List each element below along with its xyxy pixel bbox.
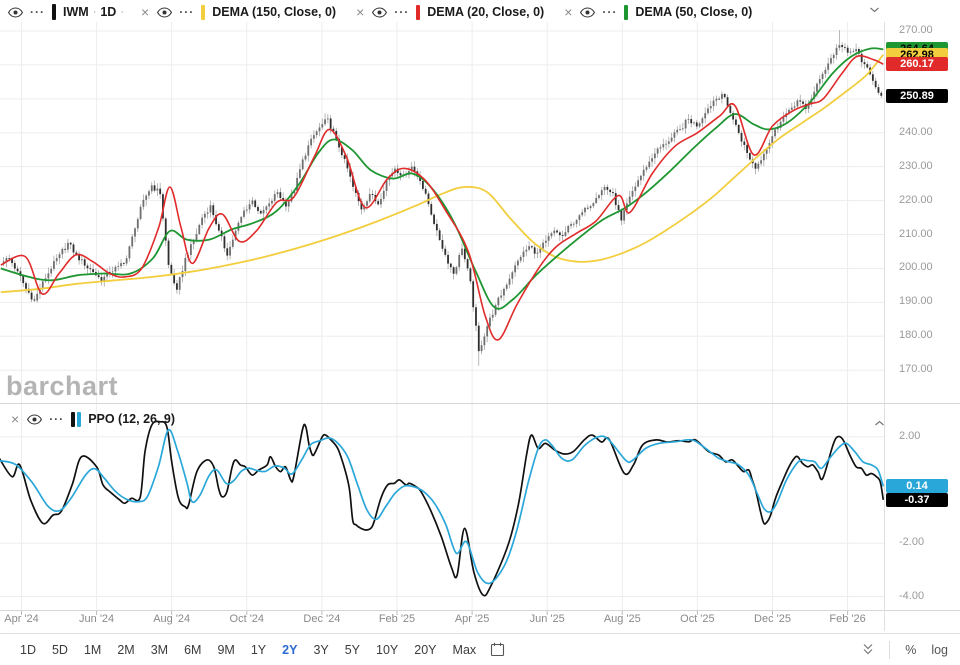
price-axis-label: 170.00: [899, 363, 933, 376]
chart-root: ··· IWM · 1D · × ··· DEMA (150, Close, 0) ×…: [0, 0, 960, 665]
x-axis-label: Apr '25: [454, 613, 490, 625]
separator-dot: ·: [92, 6, 97, 18]
indicator-label[interactable]: DEMA (20, Close, 0): [427, 5, 544, 19]
toolbar: 1D 5D 1M 2M 3M 6M 9M 1Y 2Y 3Y 5Y 10Y 20Y Max % log: [0, 633, 960, 665]
ppo-axis-label: 2.00: [899, 429, 921, 442]
range-button-max[interactable]: Max: [445, 639, 485, 661]
eye-icon[interactable]: [372, 6, 388, 18]
watermark: barchart: [6, 371, 119, 401]
eye-icon[interactable]: [157, 6, 173, 18]
range-button-3m[interactable]: 3M: [143, 639, 176, 661]
price-badge: 260.17: [886, 57, 948, 72]
price-axis-label: 220.00: [899, 193, 933, 206]
price-axis-label: 180.00: [899, 329, 933, 342]
line-ppo: [0, 420, 884, 597]
symbol-label[interactable]: IWM: [63, 5, 89, 19]
indicator-legend-2: × ··· DEMA (50, Close, 0): [563, 4, 752, 20]
line-dema-150-close-0-: [0, 54, 884, 294]
range-button-2y[interactable]: 2Y: [274, 639, 305, 661]
x-axis-label: Oct '24: [229, 613, 265, 625]
price-axis-label: 230.00: [899, 159, 933, 172]
range-button-10y[interactable]: 10Y: [368, 639, 406, 661]
eye-icon[interactable]: [27, 413, 43, 425]
close-icon[interactable]: ×: [563, 5, 573, 19]
separator-dot: ·: [120, 6, 125, 18]
more-options-icon[interactable]: ···: [394, 5, 409, 19]
range-button-9m[interactable]: 9M: [209, 639, 242, 661]
more-options-icon[interactable]: ···: [30, 5, 45, 19]
x-axis-label: Aug '25: [603, 613, 641, 625]
price-badge: 250.89: [886, 88, 948, 103]
more-options-icon[interactable]: ···: [179, 5, 194, 19]
collapse-toolbar-icon[interactable]: [862, 643, 874, 656]
x-axis-label: Jun '25: [529, 613, 565, 625]
ppo-signal-chip: [77, 411, 82, 427]
range-button-1m[interactable]: 1M: [76, 639, 109, 661]
gridlines: [0, 22, 884, 615]
indicator-color-chip: [201, 4, 206, 20]
range-button-1d[interactable]: 1D: [12, 639, 44, 661]
indicator-color-chip: [416, 4, 421, 20]
x-axis-label: Feb '26: [829, 613, 866, 625]
chevron-down-icon[interactable]: [869, 1, 880, 19]
close-icon[interactable]: ×: [10, 412, 20, 426]
range-button-20y[interactable]: 20Y: [406, 639, 444, 661]
range-button-6m[interactable]: 6M: [176, 639, 209, 661]
ppo-lines: [0, 420, 884, 597]
indicator-label[interactable]: DEMA (50, Close, 0): [635, 5, 752, 19]
indicator-label[interactable]: DEMA (150, Close, 0): [212, 5, 336, 19]
price-legend: ··· IWM · 1D · × ··· DEMA (150, Close, 0) ×…: [8, 3, 752, 21]
x-axis-label: Apr '24: [4, 613, 39, 625]
ppo-line-chip: [71, 411, 76, 427]
ppo-legend: × ··· PPO (12, 26, 9): [10, 410, 175, 428]
x-axis-label: Aug '24: [153, 613, 191, 625]
close-icon[interactable]: ×: [140, 5, 150, 19]
price-axis-label: 200.00: [899, 261, 933, 274]
indicator-color-chip: [624, 4, 629, 20]
ppo-axis-label: -2.00: [899, 536, 925, 549]
range-button-2m[interactable]: 2M: [109, 639, 142, 661]
range-button-group: 1D 5D 1M 2M 3M 6M 9M 1Y 2Y 3Y 5Y 10Y 20Y Max: [12, 639, 484, 661]
line-signal: [0, 428, 884, 585]
eye-icon[interactable]: [8, 6, 23, 18]
price-axis-label: 190.00: [899, 295, 933, 308]
x-axis-label: Dec '25: [754, 613, 791, 625]
toolbar-right: % log: [862, 640, 948, 659]
ppo-color-chips: [71, 411, 82, 427]
eye-icon[interactable]: [580, 6, 596, 18]
range-button-5d[interactable]: 5D: [44, 639, 76, 661]
toolbar-divider: [889, 640, 891, 659]
line-dema-50-close-0-: [0, 47, 884, 310]
range-button-5y[interactable]: 5Y: [337, 639, 368, 661]
x-axis-label: Dec '24: [303, 613, 341, 625]
price-axis-label: 240.00: [899, 125, 933, 138]
chevron-up-icon[interactable]: [874, 414, 885, 432]
more-options-icon[interactable]: ···: [602, 5, 617, 19]
dema-lines: [0, 47, 884, 341]
indicator-legend-0: × ··· DEMA (150, Close, 0): [140, 4, 336, 20]
ppo-axis-label: -4.00: [899, 589, 925, 602]
candles-layer: [2, 30, 883, 366]
range-button-3y[interactable]: 3Y: [305, 639, 336, 661]
price-axis-label: 210.00: [899, 227, 933, 240]
range-button-1y[interactable]: 1Y: [243, 639, 274, 661]
symbol-color-chip: [52, 4, 56, 20]
x-axis-label: Jun '24: [79, 613, 115, 625]
ppo-label[interactable]: PPO (12, 26, 9): [88, 412, 175, 426]
percent-scale-button[interactable]: %: [905, 643, 916, 657]
more-options-icon[interactable]: ···: [49, 412, 64, 426]
x-axis-label: Feb '25: [378, 613, 416, 625]
ppo-badge: -0.37: [886, 492, 948, 507]
close-icon[interactable]: ×: [355, 5, 365, 19]
interval-label[interactable]: 1D: [100, 5, 116, 19]
ppo-badge: 0.14: [886, 479, 948, 494]
log-scale-button[interactable]: log: [931, 643, 948, 657]
price-axis-label: 270.00: [899, 24, 933, 36]
x-axis-label: Oct '25: [680, 613, 715, 625]
calendar-icon[interactable]: [490, 642, 505, 657]
indicator-legend-1: × ··· DEMA (20, Close, 0): [355, 4, 544, 20]
chart-canvas[interactable]: [0, 0, 960, 633]
